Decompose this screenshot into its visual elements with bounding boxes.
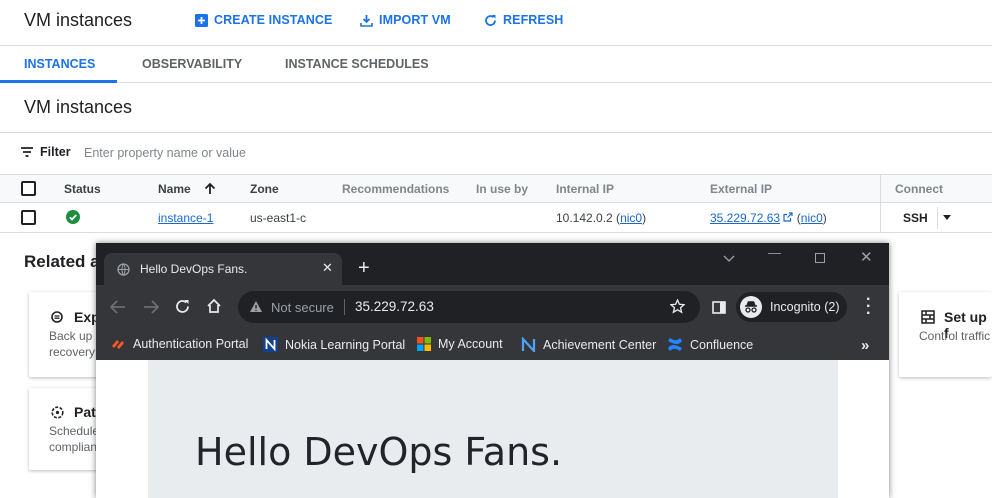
- column-status[interactable]: Status: [64, 182, 101, 196]
- column-connect[interactable]: Connect: [895, 182, 943, 196]
- firewall-icon: [921, 310, 935, 324]
- external-ip: 35.229.72.63 (nic0): [710, 211, 827, 225]
- divider: [937, 207, 938, 229]
- bookmark-achievement-center[interactable]: Achievement Center: [521, 337, 656, 352]
- tab-title: Hello DevOps Fans.: [140, 262, 248, 276]
- back-icon[interactable]: [110, 300, 126, 314]
- select-all-checkbox[interactable]: [21, 181, 36, 196]
- column-internal-ip[interactable]: Internal IP: [556, 182, 614, 196]
- tab-instances[interactable]: INSTANCES: [24, 57, 95, 71]
- internal-nic-link[interactable]: nic0: [620, 211, 642, 225]
- sort-ascending-icon: [204, 182, 216, 194]
- download-icon: [360, 14, 373, 27]
- external-ip-link[interactable]: 35.229.72.63: [710, 211, 780, 225]
- bookmark-confluence[interactable]: Confluence: [667, 337, 753, 352]
- internal-ip: 10.142.0.2 (nic0): [556, 211, 647, 225]
- open-in-new-icon[interactable]: [783, 212, 794, 222]
- backup-icon: [51, 311, 63, 323]
- reload-icon[interactable]: [175, 299, 190, 314]
- divider: [344, 299, 345, 315]
- refresh-button[interactable]: REFRESH: [484, 13, 563, 27]
- browser-window: Hello DevOps Fans. ✕ + — ✕ Not secure 35…: [96, 243, 889, 498]
- table-row: instance-1 us-east1-c 10.142.0.2 (nic0) …: [0, 203, 992, 233]
- filter-list-icon: [21, 147, 33, 157]
- table-header: Status Name Zone Recommendations In use …: [0, 174, 992, 203]
- tab-observability[interactable]: OBSERVABILITY: [142, 57, 242, 71]
- import-vm-button[interactable]: IMPORT VM: [360, 13, 451, 27]
- not-secure-label: Not secure: [271, 300, 334, 315]
- section-title: VM instances: [24, 97, 133, 117]
- column-zone[interactable]: Zone: [250, 182, 279, 196]
- tab-instance-schedules[interactable]: INSTANCE SCHEDULES: [285, 57, 429, 71]
- column-in-use-by[interactable]: In use by: [476, 182, 528, 196]
- refresh-icon: [485, 14, 496, 26]
- page-header: VM instances CREATE INSTANCE IMPORT VM R…: [0, 0, 992, 46]
- related-actions-title: Related a: [24, 252, 100, 271]
- home-icon[interactable]: [206, 298, 222, 314]
- globe-icon: [117, 263, 130, 276]
- column-name[interactable]: Name: [158, 182, 216, 196]
- page-title: VM instances: [24, 10, 133, 30]
- forward-icon[interactable]: [143, 300, 159, 314]
- incognito-icon: [740, 296, 762, 318]
- bookmark-star-icon[interactable]: [670, 299, 685, 314]
- patch-icon: [51, 406, 64, 419]
- divider: [0, 132, 992, 133]
- bookmarks-bar: Authentication Portal Nokia Learning Por…: [96, 330, 889, 360]
- row-checkbox[interactable]: [21, 210, 36, 225]
- maximize-icon[interactable]: [815, 253, 825, 263]
- page-content: Hello DevOps Fans.: [96, 360, 889, 498]
- page-heading: Hello DevOps Fans.: [195, 430, 563, 474]
- n-logo-icon: [263, 337, 278, 352]
- instance-zone: us-east1-c: [250, 211, 307, 225]
- hero-banner: Hello DevOps Fans.: [148, 360, 838, 498]
- n-logo-icon: [521, 337, 536, 352]
- filter-button[interactable]: Filter: [20, 145, 71, 159]
- microsoft-icon: [417, 337, 431, 351]
- browser-tab[interactable]: Hello DevOps Fans. ✕: [104, 253, 342, 285]
- column-recommendations[interactable]: Recommendations: [342, 182, 449, 196]
- external-nic-link[interactable]: nic0: [801, 211, 823, 225]
- confluence-icon: [668, 338, 682, 351]
- active-tab-indicator: [0, 80, 117, 83]
- url-text[interactable]: 35.229.72.63: [355, 299, 434, 314]
- more-bookmarks-icon[interactable]: »: [861, 337, 869, 354]
- check-circle-icon: [66, 210, 80, 224]
- filter-input[interactable]: Enter property name or value: [84, 146, 246, 160]
- bookmark-nokia-learning-portal[interactable]: Nokia Learning Portal: [263, 337, 405, 352]
- incognito-profile-button[interactable]: Incognito (2): [736, 292, 847, 322]
- dropdown-arrow-icon[interactable]: [943, 215, 951, 220]
- bookmark-authentication-portal[interactable]: Authentication Portal: [111, 337, 248, 351]
- add-box-icon: [195, 13, 208, 27]
- warning-icon[interactable]: [249, 300, 263, 313]
- create-instance-button[interactable]: CREATE INSTANCE: [195, 13, 332, 27]
- column-separator: [880, 174, 881, 233]
- tab-search-icon[interactable]: [723, 255, 735, 262]
- minimize-icon[interactable]: —: [768, 245, 781, 260]
- palo-alto-icon: [112, 340, 124, 349]
- column-external-ip[interactable]: External IP: [710, 182, 772, 196]
- ssh-button[interactable]: SSH: [903, 211, 928, 225]
- close-window-icon[interactable]: ✕: [860, 248, 873, 266]
- side-panel-icon[interactable]: [712, 301, 726, 314]
- instance-name-link[interactable]: instance-1: [158, 211, 213, 225]
- browser-toolbar: Not secure 35.229.72.63 Incognito (2) · ·…: [96, 285, 889, 330]
- tab-bar: INSTANCES OBSERVABILITY INSTANCE SCHEDUL…: [0, 46, 992, 83]
- address-bar[interactable]: Not secure 35.229.72.63: [238, 291, 700, 323]
- card-setup-firewall[interactable]: Set up f Control traffic: [899, 292, 992, 377]
- bookmark-my-account[interactable]: My Account: [417, 337, 503, 351]
- more-menu-icon[interactable]: · · ·: [866, 292, 871, 322]
- new-tab-icon[interactable]: +: [358, 257, 370, 280]
- close-tab-icon[interactable]: ✕: [322, 260, 333, 276]
